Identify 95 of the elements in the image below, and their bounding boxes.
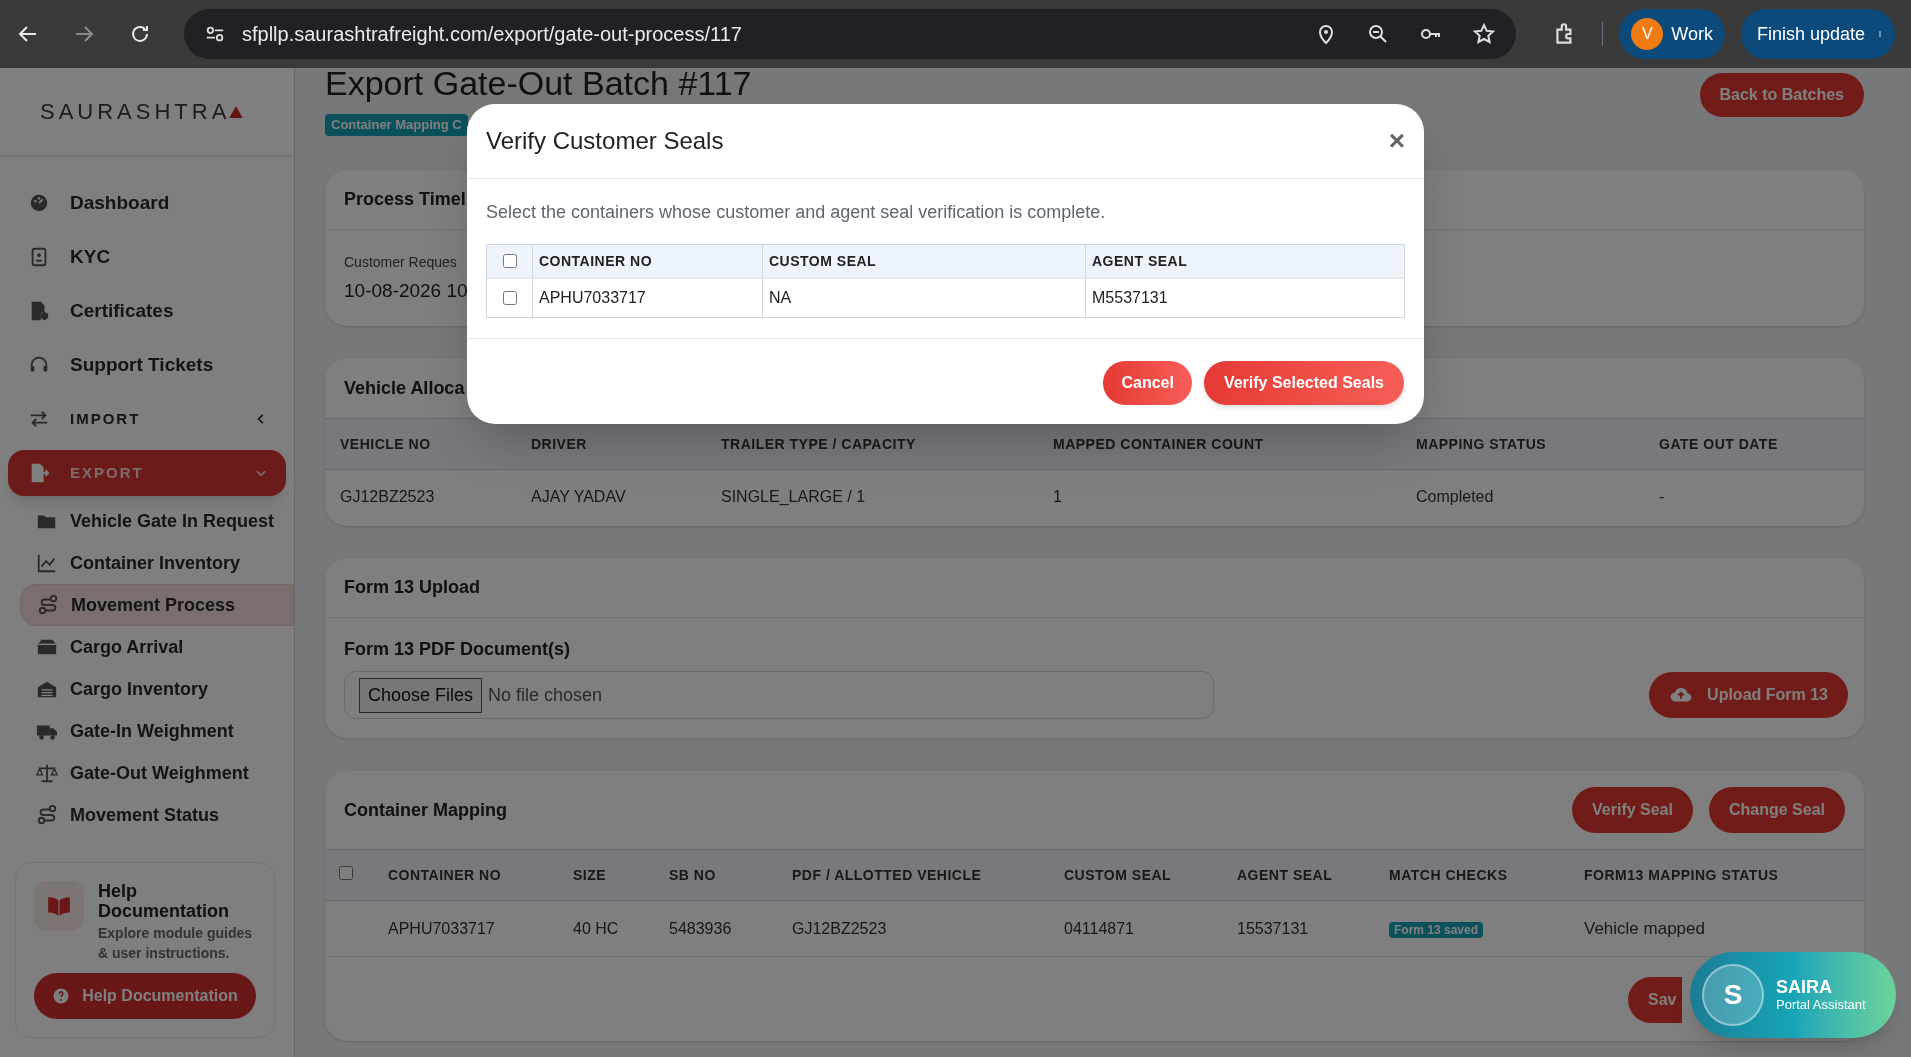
file-status: No file chosen — [488, 683, 603, 707]
column-header: CUSTOM SEAL — [1064, 865, 1173, 885]
route-icon — [36, 804, 58, 826]
update-button[interactable]: Finish update — [1740, 9, 1895, 59]
url-text: sfpllp.saurashtrafreight.com/export/gate-out-process/117 — [242, 22, 743, 47]
table-cell: APHU7033717 — [533, 279, 763, 317]
table-cell-text: GJ12BZ2523 — [792, 918, 888, 939]
table-cell-text: M5537131 — [1091, 288, 1169, 308]
table-cell-text: SINGLE_LARGE / 1 — [721, 487, 867, 507]
seal-button[interactable]: Change Seal — [1708, 787, 1845, 833]
file-input[interactable]: Choose Files No file chosen — [344, 671, 1214, 719]
modal-title: Verify Customer Seals — [486, 126, 724, 156]
table-cell-text: - — [1659, 487, 1666, 507]
sidebar-subitem[interactable]: Cargo Arrival — [20, 626, 294, 668]
sidebar-item[interactable]: Certificates — [8, 284, 286, 338]
arrows-icon — [28, 408, 50, 430]
bookmark-star-icon — [1472, 22, 1497, 46]
modal-description: Select the containers whose customer and agent seal verification is complete. — [486, 201, 1107, 224]
column-header: CUSTOM SEAL — [763, 245, 1086, 277]
card-title: Form 13 Upload — [344, 576, 481, 599]
route-icon — [37, 594, 59, 616]
page-title: Export Gate-Out Batch #117 — [325, 66, 752, 100]
column-header: AGENT SEAL — [1237, 865, 1334, 885]
column-header: VEHICLE NO — [340, 434, 432, 454]
column-header: CONTAINER NO — [388, 865, 503, 885]
verify-button[interactable]: Verify Selected Seals — [1203, 360, 1404, 405]
assistant-subtitle: Portal Assistant — [1776, 997, 1866, 1013]
table-cell-text: 15537131 — [1237, 918, 1310, 939]
column-header: AGENT SEAL — [1091, 251, 1189, 271]
card-title: Vehicle Alloca — [344, 376, 465, 400]
card-title: Container Mapping — [344, 798, 507, 822]
column-header: CONTAINER NO — [533, 245, 763, 277]
column-header: MATCH CHECKS — [1389, 865, 1509, 885]
table-cell-text: Vehicle mapped — [1584, 917, 1706, 940]
assistant-widget[interactable]: S SAIRA Portal Assistant — [1690, 952, 1896, 1038]
sidebar-subitem[interactable]: Cargo Inventory — [20, 668, 294, 710]
assistant-name: SAIRA — [1776, 977, 1833, 997]
table-cell-text: 04114871 — [1064, 918, 1135, 939]
sidebar-subitem[interactable]: Gate-In Weighment — [20, 710, 294, 752]
sidebar-subitem[interactable]: Container Inventory — [20, 542, 294, 584]
scale-icon — [36, 762, 58, 784]
select-all-checkbox[interactable] — [502, 254, 517, 268]
sidebar-subitem[interactable]: Gate-Out Weighment — [20, 752, 294, 794]
column-header: TRAILER TYPE / CAPACITY — [721, 434, 917, 454]
card-title: Process Timel — [344, 188, 466, 211]
profile-button[interactable]: V Work — [1619, 9, 1725, 59]
table-cell-text: GJ12BZ2523 — [340, 487, 436, 507]
sidebar-item[interactable]: KYC — [8, 230, 286, 284]
column-header: MAPPED CONTAINER COUNT — [1053, 434, 1265, 454]
address-bar[interactable]: sfpllp.saurashtrafreight.com/export/gate-out-process/117 — [184, 9, 1517, 59]
help-title: Help Documentation — [98, 881, 230, 921]
sidebar-item[interactable]: Support Tickets — [8, 338, 286, 392]
sidebar-subitem[interactable]: Movement Process — [20, 584, 294, 626]
profile-avatar: V — [1631, 18, 1664, 50]
question-icon — [52, 987, 71, 1005]
column-header: SB NO — [669, 865, 717, 885]
table-cell-text: APHU7033717 — [388, 918, 496, 939]
table-cell-text: AJAY YADAV — [531, 487, 627, 507]
column-header: DRIVER — [531, 434, 588, 454]
status-badge: Container Mapping C — [325, 114, 468, 136]
field-value: 10-08-2026 10 — [344, 279, 468, 303]
sidebar-subitem[interactable]: Movement Status — [20, 794, 294, 836]
back-button[interactable]: Back to Batches — [1699, 73, 1864, 117]
table-cell-text: 5483936 — [669, 918, 733, 939]
column-header: FORM13 MAPPING STATUS — [1584, 865, 1780, 885]
select-all-checkbox[interactable] — [339, 866, 353, 880]
choose-files-button[interactable]: Choose Files — [359, 677, 483, 713]
column-header: SIZE — [573, 865, 608, 885]
table-cell-text: Completed — [1416, 487, 1495, 507]
help-text: Explore module guides & user instructions. — [98, 924, 254, 963]
table-cell: NA — [763, 279, 1086, 317]
save-button[interactable]: Sav — [1628, 977, 1682, 1023]
sidebar-subitem[interactable]: Vehicle Gate In Request — [20, 500, 294, 542]
sidebar-section[interactable]: IMPORT — [8, 396, 286, 442]
sidebar-item[interactable]: Dashboard — [8, 176, 286, 230]
seal-button[interactable]: Verify Seal — [1572, 787, 1693, 833]
logo: SAURASHTRA — [40, 98, 231, 126]
column-header: MAPPING STATUS — [1416, 434, 1548, 454]
profile-name: Work — [1671, 22, 1713, 46]
table-cell-text: 1 — [1053, 487, 1063, 507]
assistant-avatar: S — [1702, 964, 1764, 1026]
help-documentation-button[interactable]: Help Documentation — [34, 973, 256, 1019]
upload-button[interactable]: Upload Form 13 — [1649, 672, 1848, 718]
status-badge: Form 13 saved — [1389, 921, 1484, 938]
column-header: PDF / ALLOTTED VEHICLE — [792, 865, 983, 885]
row-checkbox[interactable] — [502, 291, 517, 305]
cancel-button[interactable]: Cancel — [1103, 360, 1192, 405]
field-label: Customer Reques — [344, 253, 457, 272]
chart-icon — [36, 552, 58, 574]
close-button[interactable]: × — [1388, 127, 1405, 155]
field-label: Form 13 PDF Document(s) — [344, 638, 572, 661]
table-cell-text: 40 HC — [573, 918, 620, 939]
column-header: GATE OUT DATE — [1659, 434, 1779, 454]
sidebar-section[interactable]: EXPORT — [8, 450, 286, 496]
dashboard-icon — [28, 192, 50, 214]
